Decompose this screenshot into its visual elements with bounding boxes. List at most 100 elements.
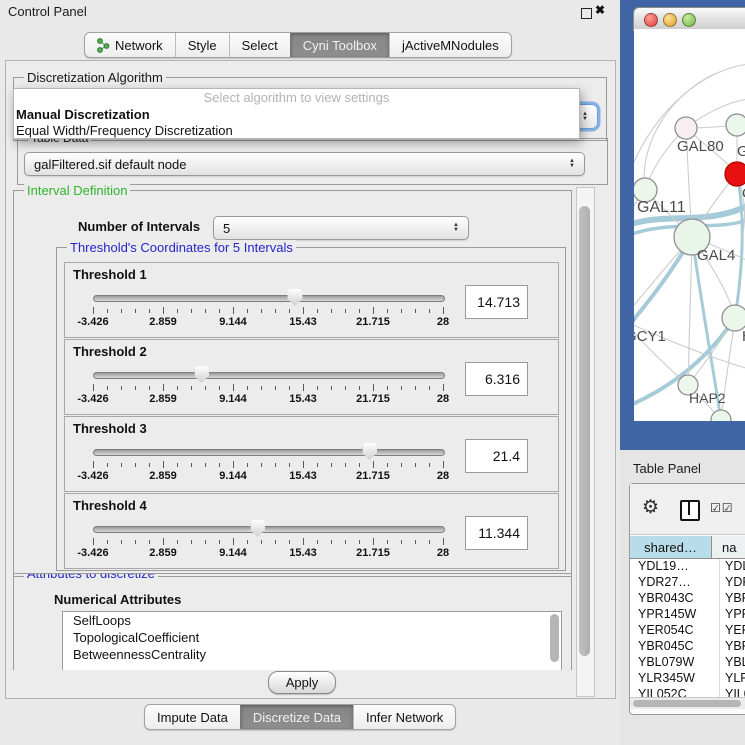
gear-icon[interactable]: ⚙: [642, 496, 659, 519]
scrollbar-thumb[interactable]: [579, 206, 590, 656]
close-traffic-light-icon[interactable]: [644, 13, 658, 27]
minimize-traffic-light-icon[interactable]: [663, 13, 677, 27]
attribute-item-topologicalcoefficient[interactable]: TopologicalCoefficient: [63, 629, 561, 646]
table-row[interactable]: YER054CYER0: [630, 623, 745, 639]
table-cell: YPR145W: [630, 607, 720, 623]
split-columns-icon[interactable]: [680, 500, 700, 521]
table-cell: YDR2: [720, 575, 745, 591]
list-scrollbar[interactable]: [550, 614, 559, 662]
tick-label: 15.43: [289, 316, 317, 328]
tab-select[interactable]: Select: [229, 33, 290, 57]
group-title: Threshold's Coordinates for 5 Intervals: [67, 240, 296, 255]
attributes-group: Attributes to discretize Numerical Attri…: [13, 573, 572, 670]
dropdown-item-manual-discretization[interactable]: Manual Discretization: [14, 107, 579, 123]
table-cell: YDL19…: [630, 559, 720, 575]
scrollbar-thumb[interactable]: [633, 700, 741, 707]
table-data-value: galFiltered.sif default node: [34, 157, 186, 172]
numerical-attributes-list[interactable]: SelfLoopsTopologicalCoefficientBetweenne…: [62, 611, 562, 670]
network-nodes[interactable]: [634, 114, 745, 421]
tab-label: Select: [242, 38, 278, 53]
table-cell: YDR27…: [630, 575, 720, 591]
network-node[interactable]: [726, 114, 745, 136]
number-of-intervals-combobox[interactable]: 5 ▲▼: [213, 216, 469, 240]
float-window-icon[interactable]: [581, 8, 592, 19]
tick-label: 15.43: [289, 470, 317, 482]
table-cell: YBR043C: [630, 591, 720, 607]
slider-track[interactable]: [93, 295, 445, 302]
tab-style[interactable]: Style: [175, 33, 229, 57]
zoom-traffic-light-icon[interactable]: [682, 13, 696, 27]
tick-label: 28: [437, 316, 449, 328]
apply-button[interactable]: Apply: [268, 671, 336, 694]
table-data-combobox[interactable]: galFiltered.sif default node ▲▼: [24, 152, 585, 176]
table-row[interactable]: YDR27…YDR2: [630, 575, 745, 591]
threshold-label: Threshold 4: [73, 498, 147, 513]
close-icon[interactable]: ✖: [595, 3, 605, 17]
tab-cyni-toolbox[interactable]: Cyni Toolbox: [290, 33, 389, 57]
table-row[interactable]: YBR045CYBR0: [630, 639, 745, 655]
tick-label: 21.715: [356, 547, 390, 559]
threshold-slider[interactable]: [93, 370, 443, 380]
slider-track[interactable]: [93, 526, 445, 533]
tab-impute-data[interactable]: Impute Data: [145, 705, 240, 729]
network-node[interactable]: [725, 162, 745, 186]
tick-label: 15.43: [289, 393, 317, 405]
slider-thumb[interactable]: [194, 366, 209, 383]
panel-scrollbar[interactable]: [576, 187, 595, 697]
threshold-value-field[interactable]: 6.316: [465, 362, 528, 396]
node-label: GA: [737, 143, 745, 160]
tick-label: -3.426: [77, 547, 108, 559]
slider-thumb[interactable]: [250, 520, 265, 537]
top-tab-bar: NetworkStyle Select Cyni Toolbox jActiveMNo…: [84, 32, 512, 58]
slider-track[interactable]: [93, 449, 445, 456]
threshold-slider[interactable]: [93, 524, 443, 534]
tick-label: -3.426: [77, 470, 108, 482]
slider-thumb[interactable]: [362, 443, 377, 460]
tab-jactivemnodules[interactable]: jActiveMNodules: [389, 33, 511, 57]
threshold-value-field[interactable]: 21.4: [465, 439, 528, 473]
combo-arrows-icon: ▲▼: [569, 159, 575, 169]
network-window-titlebar[interactable]: [633, 7, 745, 31]
table-row[interactable]: YDL19…YDL1: [630, 559, 745, 575]
node-label: GAL4: [697, 247, 735, 264]
interval-definition-group: Interval Definition Number of Intervals …: [13, 190, 572, 577]
tab-infer-network[interactable]: Infer Network: [353, 705, 455, 729]
threshold-value-field[interactable]: 11.344: [465, 516, 528, 550]
dropdown-item-equal-width-frequency-discretization[interactable]: Equal Width/Frequency Discretization: [14, 123, 579, 139]
tab-discretize-data[interactable]: Discretize Data: [240, 705, 353, 729]
threshold-value-field[interactable]: 14.713: [465, 285, 528, 319]
slider-track[interactable]: [93, 372, 445, 379]
tick-label: 28: [437, 547, 449, 559]
network-node[interactable]: [675, 117, 697, 139]
tab-label: jActiveMNodules: [402, 38, 499, 53]
attribute-item-betweennesscentrality[interactable]: BetweennessCentrality: [63, 646, 561, 663]
slider-tick-labels: -3.4262.8599.14415.4321.71528: [93, 547, 443, 559]
attribute-item-selfloops[interactable]: SelfLoops: [63, 612, 561, 629]
table-cell: YIL0: [720, 687, 745, 697]
table-row[interactable]: YLR345WYLR3: [630, 671, 745, 687]
control-panel: Control Panel ✖ NetworkStyleSelectCyni T…: [0, 0, 620, 745]
threshold-slider[interactable]: [93, 447, 443, 457]
select-columns-checkboxes-icon[interactable]: ☑☑: [710, 501, 734, 515]
slider-tick-labels: -3.4262.8599.14415.4321.71528: [93, 316, 443, 328]
tab-network[interactable]: Network: [85, 33, 175, 57]
table-row[interactable]: YBR043CYBR0: [630, 591, 745, 607]
slider-thumb[interactable]: [288, 289, 303, 306]
table-row[interactable]: YIL052CYIL0: [630, 687, 745, 697]
tick-label: 2.859: [149, 316, 177, 328]
network-canvas[interactable]: GAL80GACGAL11GAL4GCY1HHAP2: [634, 29, 745, 421]
table-row[interactable]: YBL079WYBL0: [630, 655, 745, 671]
threshold-slider[interactable]: [93, 293, 443, 303]
tick-label: 2.859: [149, 393, 177, 405]
slider-ticks: [93, 461, 443, 469]
table-row[interactable]: YPR145WYPR1: [630, 607, 745, 623]
tick-label: 2.859: [149, 547, 177, 559]
column-header-name[interactable]: na: [712, 536, 745, 558]
node-label: GAL80: [677, 138, 724, 155]
table-cell: YDL1: [720, 559, 745, 575]
column-header-shared-name[interactable]: shared…: [630, 536, 712, 558]
node-label: GAL11: [637, 199, 686, 216]
table-header-row: shared… na: [630, 536, 745, 559]
numerical-attributes-label: Numerical Attributes: [54, 592, 181, 607]
table-horizontal-scrollbar[interactable]: [630, 697, 745, 709]
